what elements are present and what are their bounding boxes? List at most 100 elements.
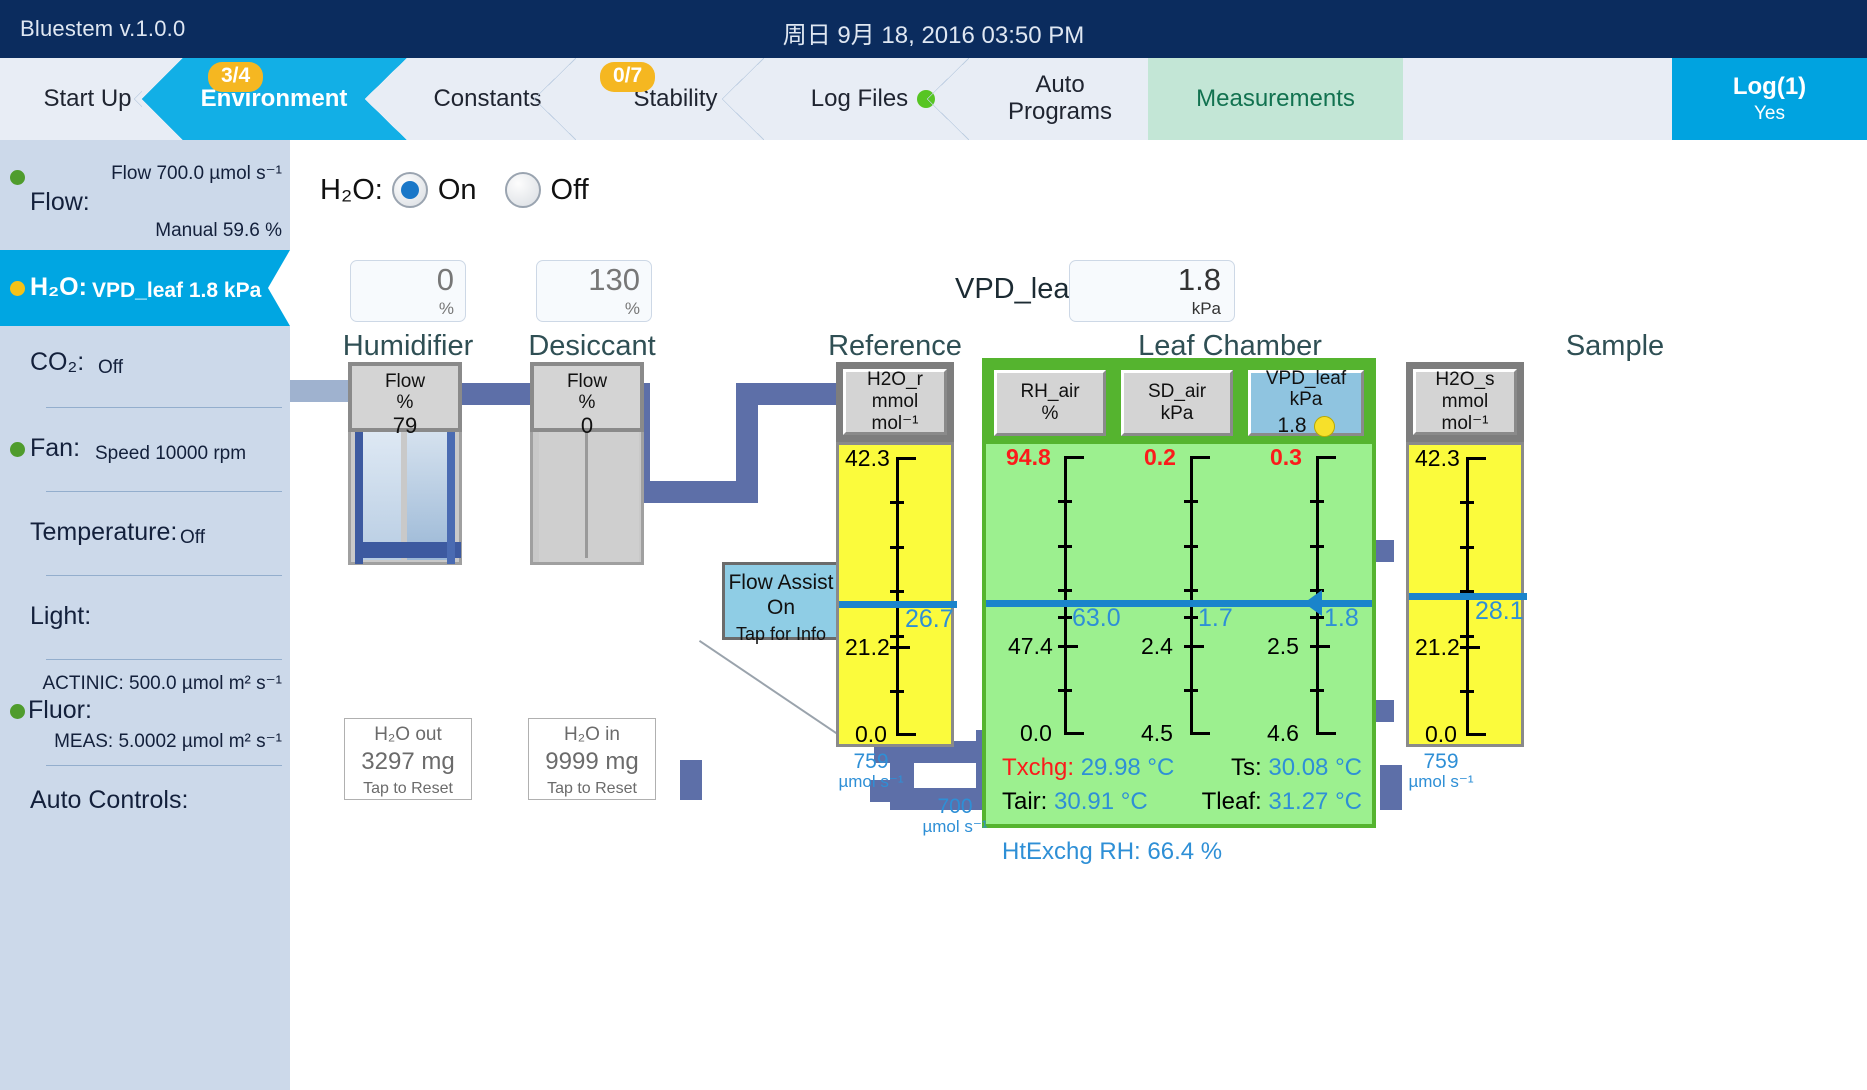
- desiccant-setpoint-unit: %: [625, 299, 640, 319]
- h2o-off-radio[interactable]: [505, 172, 541, 208]
- leaf-chamber-scales: 94.8 47.4 0.0 63.0 0.2 2.4 4.5 1.7: [986, 444, 1372, 749]
- tick: [1460, 646, 1480, 649]
- tick: [1460, 635, 1474, 638]
- htexchg-rh-readout: HtExchg RH: 66.4 %: [1002, 838, 1222, 866]
- leaf-chamber-header: RH_air % SD_air kPa VPD_leaf kPa 1.8: [986, 362, 1372, 444]
- tick: [1184, 645, 1204, 648]
- sample-top-label: 42.3: [1415, 445, 1460, 472]
- reference-bottom-label: 0.0: [855, 721, 887, 748]
- tab-log-files-label: Log Files: [811, 86, 908, 113]
- chamber-flow-value: 700: [912, 795, 998, 818]
- humidifier-liquid: [355, 542, 461, 558]
- sample-gauge-scale: 42.3 21.2 0.0 28.1: [1406, 442, 1524, 747]
- tick: [1310, 689, 1324, 692]
- tick: [1058, 545, 1072, 548]
- tab-constants[interactable]: Constants: [400, 58, 575, 140]
- vpd-leaf-input[interactable]: 1.8 kPa: [1069, 260, 1235, 322]
- vpd-leaf-input-value: 1.8: [1178, 262, 1221, 298]
- reference-flow-label: 759 µmol s⁻¹: [828, 750, 914, 792]
- tick: [1058, 616, 1072, 619]
- tick: [1466, 457, 1486, 460]
- sd-air-button[interactable]: SD_air kPa: [1121, 370, 1233, 436]
- datetime-display: 周日 9月 18, 2016 03:50 PM: [0, 15, 1867, 50]
- sidebar-item-fluor[interactable]: ACTINIC: 500.0 µmol m² s⁻¹ Fluor: MEAS: …: [0, 664, 290, 774]
- divider: [46, 407, 282, 408]
- flow-status-dot-icon: [10, 170, 25, 185]
- tab-measurements[interactable]: Measurements: [1148, 58, 1403, 140]
- tick: [896, 457, 916, 460]
- sidebar-item-light[interactable]: Light:: [0, 580, 290, 664]
- sidebar-item-flow[interactable]: Flow 700.0 µmol s⁻¹ Flow: Manual 59.6 %: [0, 140, 290, 250]
- vpd-leaf-setpoint-arrow-icon: [1304, 590, 1322, 616]
- divider: [46, 491, 282, 492]
- h2o-in-reset-box[interactable]: H₂O in 9999 mg Tap to Reset: [528, 718, 656, 800]
- humidifier-setpoint-value: 0: [437, 262, 454, 298]
- h2o-on-label: On: [438, 174, 477, 207]
- tick: [890, 501, 904, 504]
- rh-air-unit: %: [1042, 403, 1059, 425]
- h2o-label: H₂O:: [30, 273, 87, 302]
- flow-assist-line2: On: [725, 595, 837, 620]
- humidifier-chip-label2: %: [352, 392, 458, 413]
- vpd-leaf-unit: kPa: [1290, 389, 1323, 411]
- tab-log[interactable]: Log(1) Yes: [1672, 58, 1867, 140]
- vpd-leaf-mid-label: 2.5: [1267, 633, 1299, 660]
- reference-axis: [896, 457, 899, 735]
- vpd-leaf-field-label: VPD_leaf:: [955, 273, 1086, 306]
- tab-log-sublabel: Yes: [1754, 103, 1785, 124]
- divider: [46, 765, 282, 766]
- desiccant-setpoint-value: 130: [588, 262, 640, 298]
- sidebar-item-h2o[interactable]: H₂O: VPD_leaf 1.8 kPa: [0, 250, 290, 326]
- tab-auto-programs-label-line2: Programs: [1008, 99, 1112, 126]
- h2o-s-button[interactable]: H2O_s mmol mol⁻¹: [1413, 369, 1517, 435]
- tick: [890, 646, 910, 649]
- h2o-out-reset-box[interactable]: H₂O out 3297 mg Tap to Reset: [344, 718, 472, 800]
- sidebar-item-co2[interactable]: CO₂: Off: [0, 326, 290, 412]
- humidifier-flow-chip[interactable]: Flow % 79: [348, 362, 462, 432]
- sample-title: Sample: [1525, 330, 1705, 363]
- vpd-leaf-button[interactable]: VPD_leaf kPa 1.8: [1248, 370, 1364, 436]
- tair-value: 30.91 °C: [1054, 788, 1148, 815]
- reference-mid-label: 21.2: [845, 634, 890, 661]
- desiccant-chip-label2: %: [534, 392, 640, 413]
- leaf-chamber-panel: RH_air % SD_air kPa VPD_leaf kPa 1.8: [982, 358, 1376, 828]
- h2o-r-button[interactable]: H2O_r mmol mol⁻¹: [843, 369, 947, 435]
- fan-value: Speed 10000 rpm: [95, 443, 246, 465]
- vpd-leaf-name: VPD_leaf: [1266, 368, 1346, 390]
- h2o-s-unit: mmol mol⁻¹: [1416, 391, 1514, 435]
- vpd-leaf-value-label: 1.8: [1324, 604, 1359, 633]
- tick: [1460, 501, 1474, 504]
- h2o-on-radio[interactable]: [392, 172, 428, 208]
- flow-assist-callout[interactable]: Flow Assist On Tap for Info: [722, 562, 840, 640]
- tick: [1460, 546, 1474, 549]
- desiccant-flow-chip[interactable]: Flow % 0: [530, 362, 644, 432]
- reference-gauge-header: H2O_r mmol mol⁻¹: [836, 362, 954, 442]
- tab-log-label: Log(1): [1733, 74, 1806, 101]
- fan-label: Fan:: [30, 434, 80, 463]
- h2o-in-value: 9999 mg: [529, 748, 655, 776]
- desiccant-setpoint-input[interactable]: 130 %: [536, 260, 652, 322]
- sd-air-bottom-label: 4.5: [1141, 720, 1173, 747]
- rh-air-button[interactable]: RH_air %: [994, 370, 1106, 436]
- desiccant-chip-label1: Flow: [534, 371, 640, 392]
- sidebar-item-temperature[interactable]: Temperature: Off: [0, 496, 290, 580]
- humidifier-setpoint-input[interactable]: 0 %: [350, 260, 466, 322]
- tick: [1058, 589, 1072, 592]
- tab-environment-badge: 3/4: [208, 62, 263, 92]
- tick: [1058, 645, 1078, 648]
- main-tab-strip: Start Up Environment 3/4 Constants Stabi…: [0, 58, 1867, 140]
- sidebar-item-auto-controls[interactable]: Auto Controls:: [0, 774, 290, 844]
- sample-mid-label: 21.2: [1415, 634, 1460, 661]
- h2o-r-name: H2O_r: [867, 369, 923, 391]
- flow-assist-leader-line: [699, 640, 845, 740]
- reference-top-label: 42.3: [845, 445, 890, 472]
- sd-air-top-label: 0.2: [1144, 444, 1176, 471]
- fluor-label: Fluor:: [28, 696, 92, 725]
- tick: [1184, 616, 1198, 619]
- tick: [1316, 456, 1336, 459]
- tab-auto-programs[interactable]: Auto Programs: [975, 58, 1145, 140]
- sidebar-item-fan[interactable]: Fan: Speed 10000 rpm: [0, 412, 290, 496]
- ts-label: Ts:: [1231, 754, 1262, 781]
- desiccant-center-line: [585, 418, 588, 558]
- tab-log-files[interactable]: Log Files: [778, 58, 968, 140]
